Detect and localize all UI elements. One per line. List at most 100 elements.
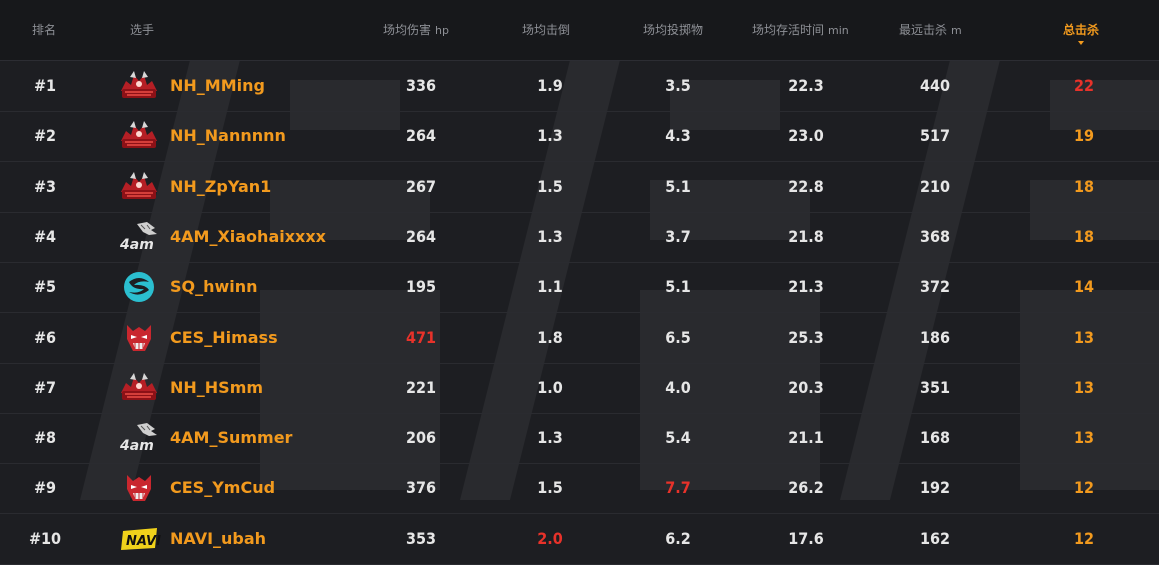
rank-value: #5 [33, 277, 57, 297]
header-damage[interactable]: 场均伤害 hp [383, 0, 449, 60]
throwables-value: 5.1 [665, 176, 691, 196]
rank-value: #10 [28, 528, 62, 548]
farthest-value: 192 [919, 478, 951, 498]
table-row[interactable]: #9 CES_YmCud 376 1.5 7.7 26.2 192 12 [0, 463, 1159, 515]
table-row[interactable]: #3 NH_ZpYan1 267 1.5 5.1 22.8 210 18 [0, 162, 1159, 213]
header-player[interactable]: 选手 [130, 0, 154, 60]
header-kills-label: 总击杀 [1063, 23, 1100, 37]
header-farthest-label: 最远击杀 [899, 23, 948, 37]
survival-value: 20.3 [788, 377, 824, 397]
damage-value: 264 [405, 126, 437, 146]
throwables-value: 4.0 [665, 377, 691, 397]
header-survival-label: 场均存活时间 [752, 23, 825, 37]
player-name-link[interactable]: 4AM_Xiaohaixxxx [170, 212, 326, 262]
throwables-value: 4.3 [665, 126, 691, 146]
throwables-value: 6.2 [665, 528, 691, 548]
throwables-value: 6.5 [665, 327, 691, 347]
knockdowns-value: 1.5 [537, 176, 563, 196]
farthest-value: 440 [919, 76, 951, 95]
player-name-link[interactable]: NH_ZpYan1 [170, 162, 271, 212]
survival-value: 22.8 [788, 176, 824, 196]
header-survival[interactable]: 场均存活时间 min [752, 0, 849, 60]
header-kills[interactable]: 总击杀 [1063, 0, 1099, 60]
damage-value: 221 [405, 377, 437, 397]
table-row[interactable]: #6 CES_Himass 471 1.8 6.5 25.3 186 13 [0, 313, 1159, 364]
rank-value: #4 [33, 226, 57, 246]
farthest-value: 168 [919, 428, 951, 448]
rank-value: #8 [33, 428, 57, 448]
throwables-value: 5.4 [665, 428, 691, 448]
nh-dragon-logo-icon [117, 371, 161, 405]
header-rank[interactable]: 排名 [32, 0, 56, 60]
header-damage-unit: hp [435, 24, 449, 37]
rank-value: #3 [33, 176, 57, 196]
farthest-value: 372 [919, 277, 951, 297]
kills-value: 13 [1073, 428, 1095, 448]
survival-value: 21.3 [788, 277, 824, 297]
sq-swirl-logo-icon [117, 270, 161, 304]
ces-demon-logo-icon [117, 471, 161, 505]
knockdowns-value: 1.3 [537, 126, 563, 146]
player-name-link[interactable]: CES_YmCud [170, 463, 275, 513]
damage-value: 336 [405, 76, 437, 95]
kills-value: 12 [1073, 478, 1095, 498]
kills-value: 13 [1073, 327, 1095, 347]
header-knockdowns[interactable]: 场均击倒 [522, 0, 570, 60]
damage-value: 195 [405, 277, 437, 297]
rank-value: #2 [33, 126, 57, 146]
knockdowns-value: 1.3 [537, 226, 563, 246]
4am-wolf-logo-icon: 4am [117, 220, 161, 254]
player-name-link[interactable]: CES_Himass [170, 313, 278, 363]
player-name-link[interactable]: NH_MMing [170, 61, 265, 111]
table-row[interactable]: #10 NAVI NAVI_ubah 353 2.0 6.2 17.6 162 12 [0, 514, 1159, 565]
farthest-value: 210 [919, 176, 951, 196]
kills-value: 18 [1073, 226, 1095, 246]
table-header: 排名 选手 场均伤害 hp 场均击倒 场均投掷物 场均存活时间 min 最远击杀 m … [0, 0, 1159, 61]
rank-value: #1 [33, 76, 57, 95]
survival-value: 26.2 [788, 478, 824, 498]
rank-value: #7 [33, 377, 57, 397]
kills-value: 12 [1073, 528, 1095, 548]
player-name-link[interactable]: 4AM_Summer [170, 413, 292, 463]
rank-value: #6 [33, 327, 57, 347]
table-row[interactable]: #4 4am 4AM_Xiaohaixxxx 264 1.3 3.7 21.8 368 18 [0, 212, 1159, 263]
throwables-value: 3.7 [665, 226, 691, 246]
survival-value: 17.6 [788, 528, 824, 548]
table-row[interactable]: #1 NH_MMing 336 1.9 3.5 22.3 440 22 [0, 61, 1159, 112]
svg-text:NAVI: NAVI [126, 534, 161, 549]
farthest-value: 186 [919, 327, 951, 347]
header-throwables[interactable]: 场均投掷物 [643, 0, 703, 60]
throwables-value: 5.1 [665, 277, 691, 297]
player-name-link[interactable]: NH_Nannnnn [170, 111, 286, 161]
table-row[interactable]: #8 4am 4AM_Summer 206 1.3 5.4 21.1 168 13 [0, 413, 1159, 465]
throwables-value: 3.5 [665, 76, 691, 95]
table-row[interactable]: #2 NH_Nannnnn 264 1.3 4.3 23.0 517 19 [0, 111, 1159, 163]
player-name-link[interactable]: NAVI_ubah [170, 514, 266, 564]
4am-wolf-logo-icon: 4am [117, 421, 161, 455]
kills-value: 22 [1073, 76, 1095, 95]
survival-value: 21.8 [788, 226, 824, 246]
survival-value: 25.3 [788, 327, 824, 347]
player-name-link[interactable]: SQ_hwinn [170, 262, 258, 312]
table-row[interactable]: #7 NH_HSmm 221 1.0 4.0 20.3 351 13 [0, 363, 1159, 414]
header-farthest[interactable]: 最远击杀 m [899, 0, 962, 60]
kills-value: 19 [1073, 126, 1095, 146]
damage-value: 353 [405, 528, 437, 548]
knockdowns-value: 2.0 [537, 528, 563, 548]
header-farthest-unit: m [951, 24, 962, 37]
header-survival-unit: min [828, 24, 849, 37]
knockdowns-value: 1.9 [537, 76, 563, 95]
survival-value: 23.0 [788, 126, 824, 146]
survival-value: 21.1 [788, 428, 824, 448]
svg-text:4am: 4am [119, 237, 154, 253]
survival-value: 22.3 [788, 76, 824, 95]
navi-logo-icon: NAVI [117, 522, 161, 556]
damage-value: 471 [405, 327, 437, 347]
farthest-value: 351 [919, 377, 951, 397]
nh-dragon-logo-icon [117, 119, 161, 153]
player-name-link[interactable]: NH_HSmm [170, 363, 263, 413]
player-stats-leaderboard: 排名 选手 场均伤害 hp 场均击倒 场均投掷物 场均存活时间 min 最远击杀 m … [0, 0, 1159, 565]
sort-descending-icon [1078, 41, 1084, 45]
table-row[interactable]: #5 SQ_hwinn 195 1.1 5.1 21.3 372 14 [0, 262, 1159, 314]
knockdowns-value: 1.5 [537, 478, 563, 498]
